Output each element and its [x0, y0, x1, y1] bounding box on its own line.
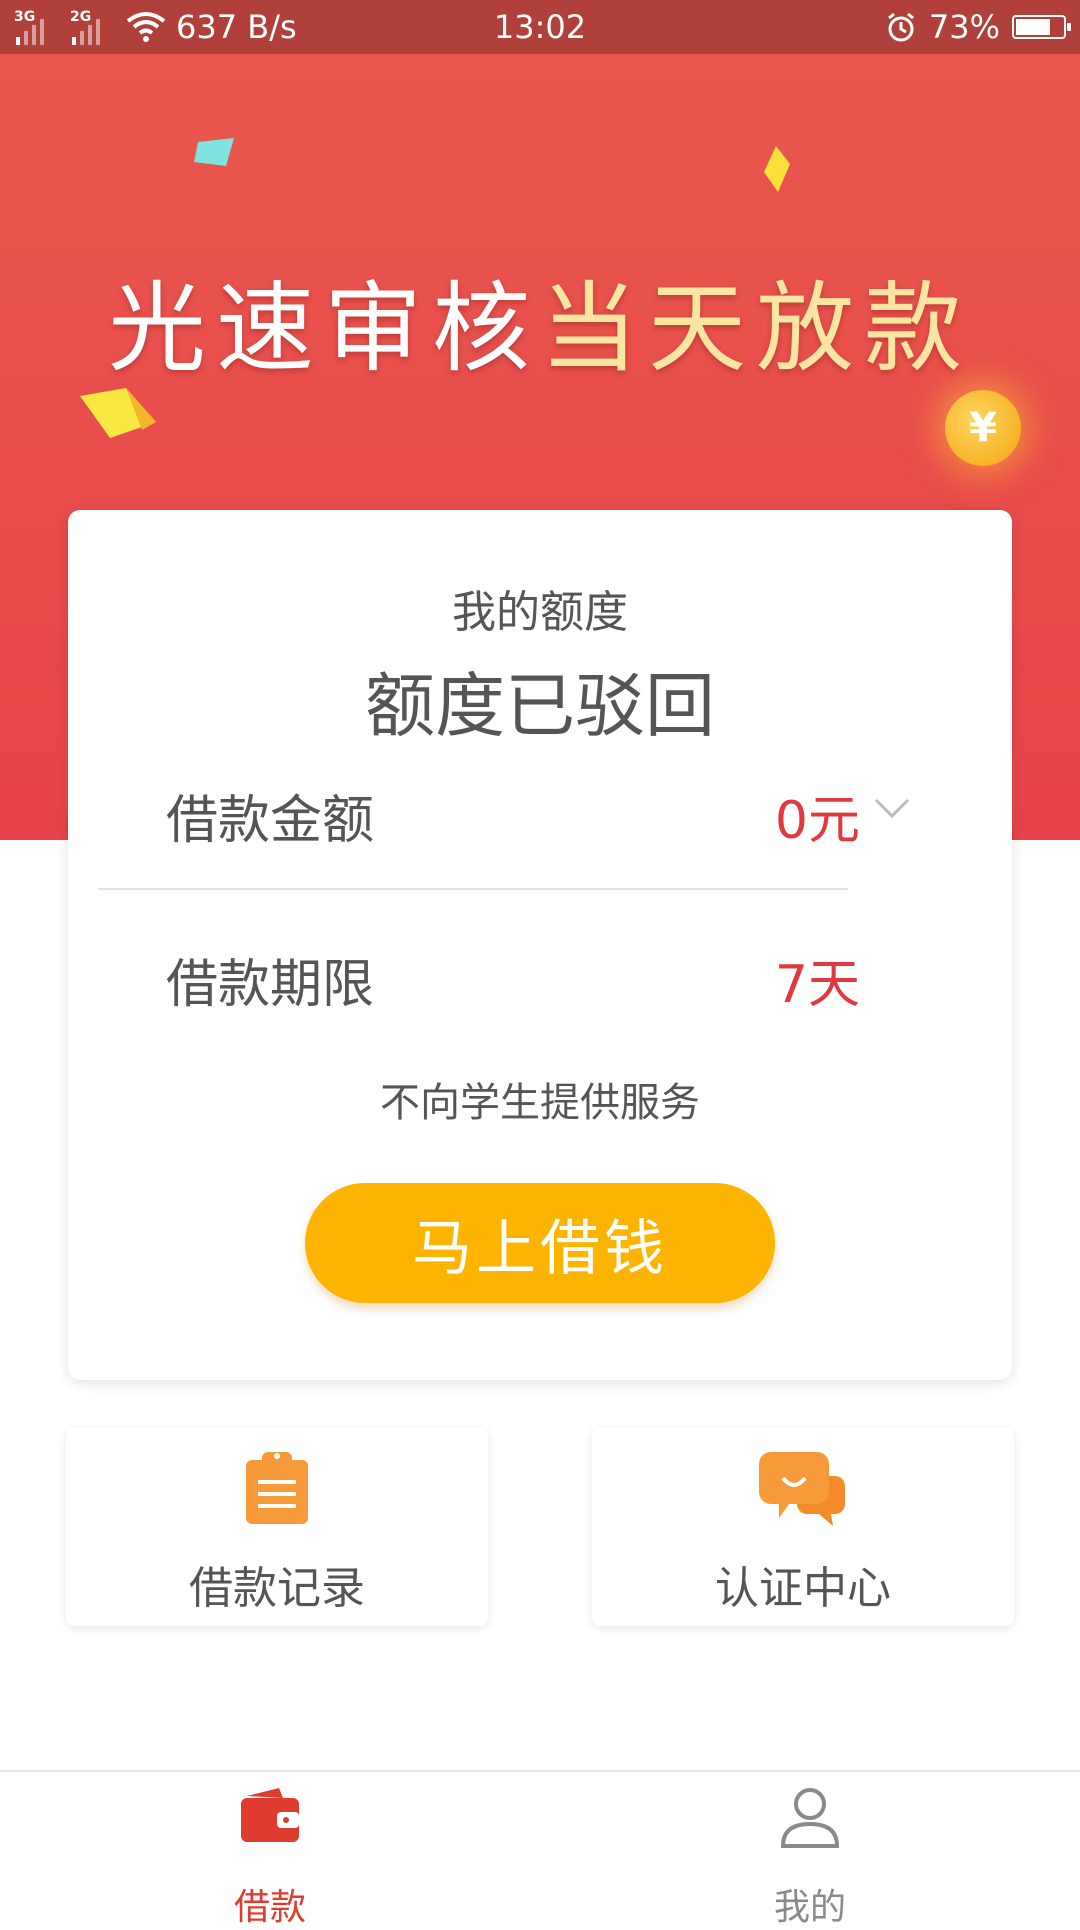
battery-percent: 73%	[928, 8, 1000, 46]
bottom-nav: 借款 我的	[0, 1770, 1080, 1928]
loan-records-label: 借款记录	[189, 1563, 365, 1614]
verification-center-label: 认证中心	[715, 1563, 891, 1614]
status-right: 73%	[885, 8, 1071, 46]
credit-status: 额度已驳回	[365, 665, 715, 747]
tab-mine[interactable]: 我的	[540, 1772, 1080, 1928]
verification-center-tile[interactable]: 认证中心	[592, 1428, 1014, 1626]
wallet-icon	[241, 1788, 299, 1842]
user-icon	[780, 1788, 840, 1848]
confetti-yellow-large	[80, 388, 156, 438]
chevron-down-icon[interactable]	[872, 788, 912, 828]
chat-bubbles-icon	[759, 1452, 845, 1526]
loan-amount-row[interactable]: 借款金额 0元	[166, 770, 916, 851]
loan-records-tile[interactable]: 借款记录	[66, 1428, 488, 1626]
loan-term-value: 7天	[774, 955, 860, 1015]
row-divider	[98, 888, 848, 890]
coin-icon: ¥	[945, 390, 1021, 466]
tab-mine-label: 我的	[773, 1887, 846, 1928]
status-bar: 3G 2G 637 B/s 13:02 73%	[0, 0, 1080, 54]
credit-title: 我的额度	[452, 587, 628, 638]
clipboard-icon	[246, 1452, 308, 1524]
loan-term-row: 借款期限 7天	[166, 934, 916, 1015]
confetti-cyan	[194, 138, 234, 166]
student-notice: 不向学生提供服务	[380, 1080, 700, 1126]
tab-loan-label: 借款	[233, 1887, 306, 1928]
headline-white: 光速审核	[107, 272, 540, 386]
headline-gold: 当天放款	[540, 272, 973, 386]
loan-amount-value: 0元	[774, 791, 860, 851]
battery-icon	[1012, 15, 1071, 39]
loan-amount-label: 借款金额	[166, 791, 375, 851]
confetti-yellow-small	[764, 146, 790, 192]
tab-loan[interactable]: 借款	[0, 1772, 540, 1928]
alarm-icon	[887, 12, 914, 42]
hero-headline: 光速审核当天放款	[0, 249, 1080, 391]
loan-term-label: 借款期限	[166, 955, 375, 1015]
borrow-now-button[interactable]: 马上借钱	[305, 1183, 775, 1303]
